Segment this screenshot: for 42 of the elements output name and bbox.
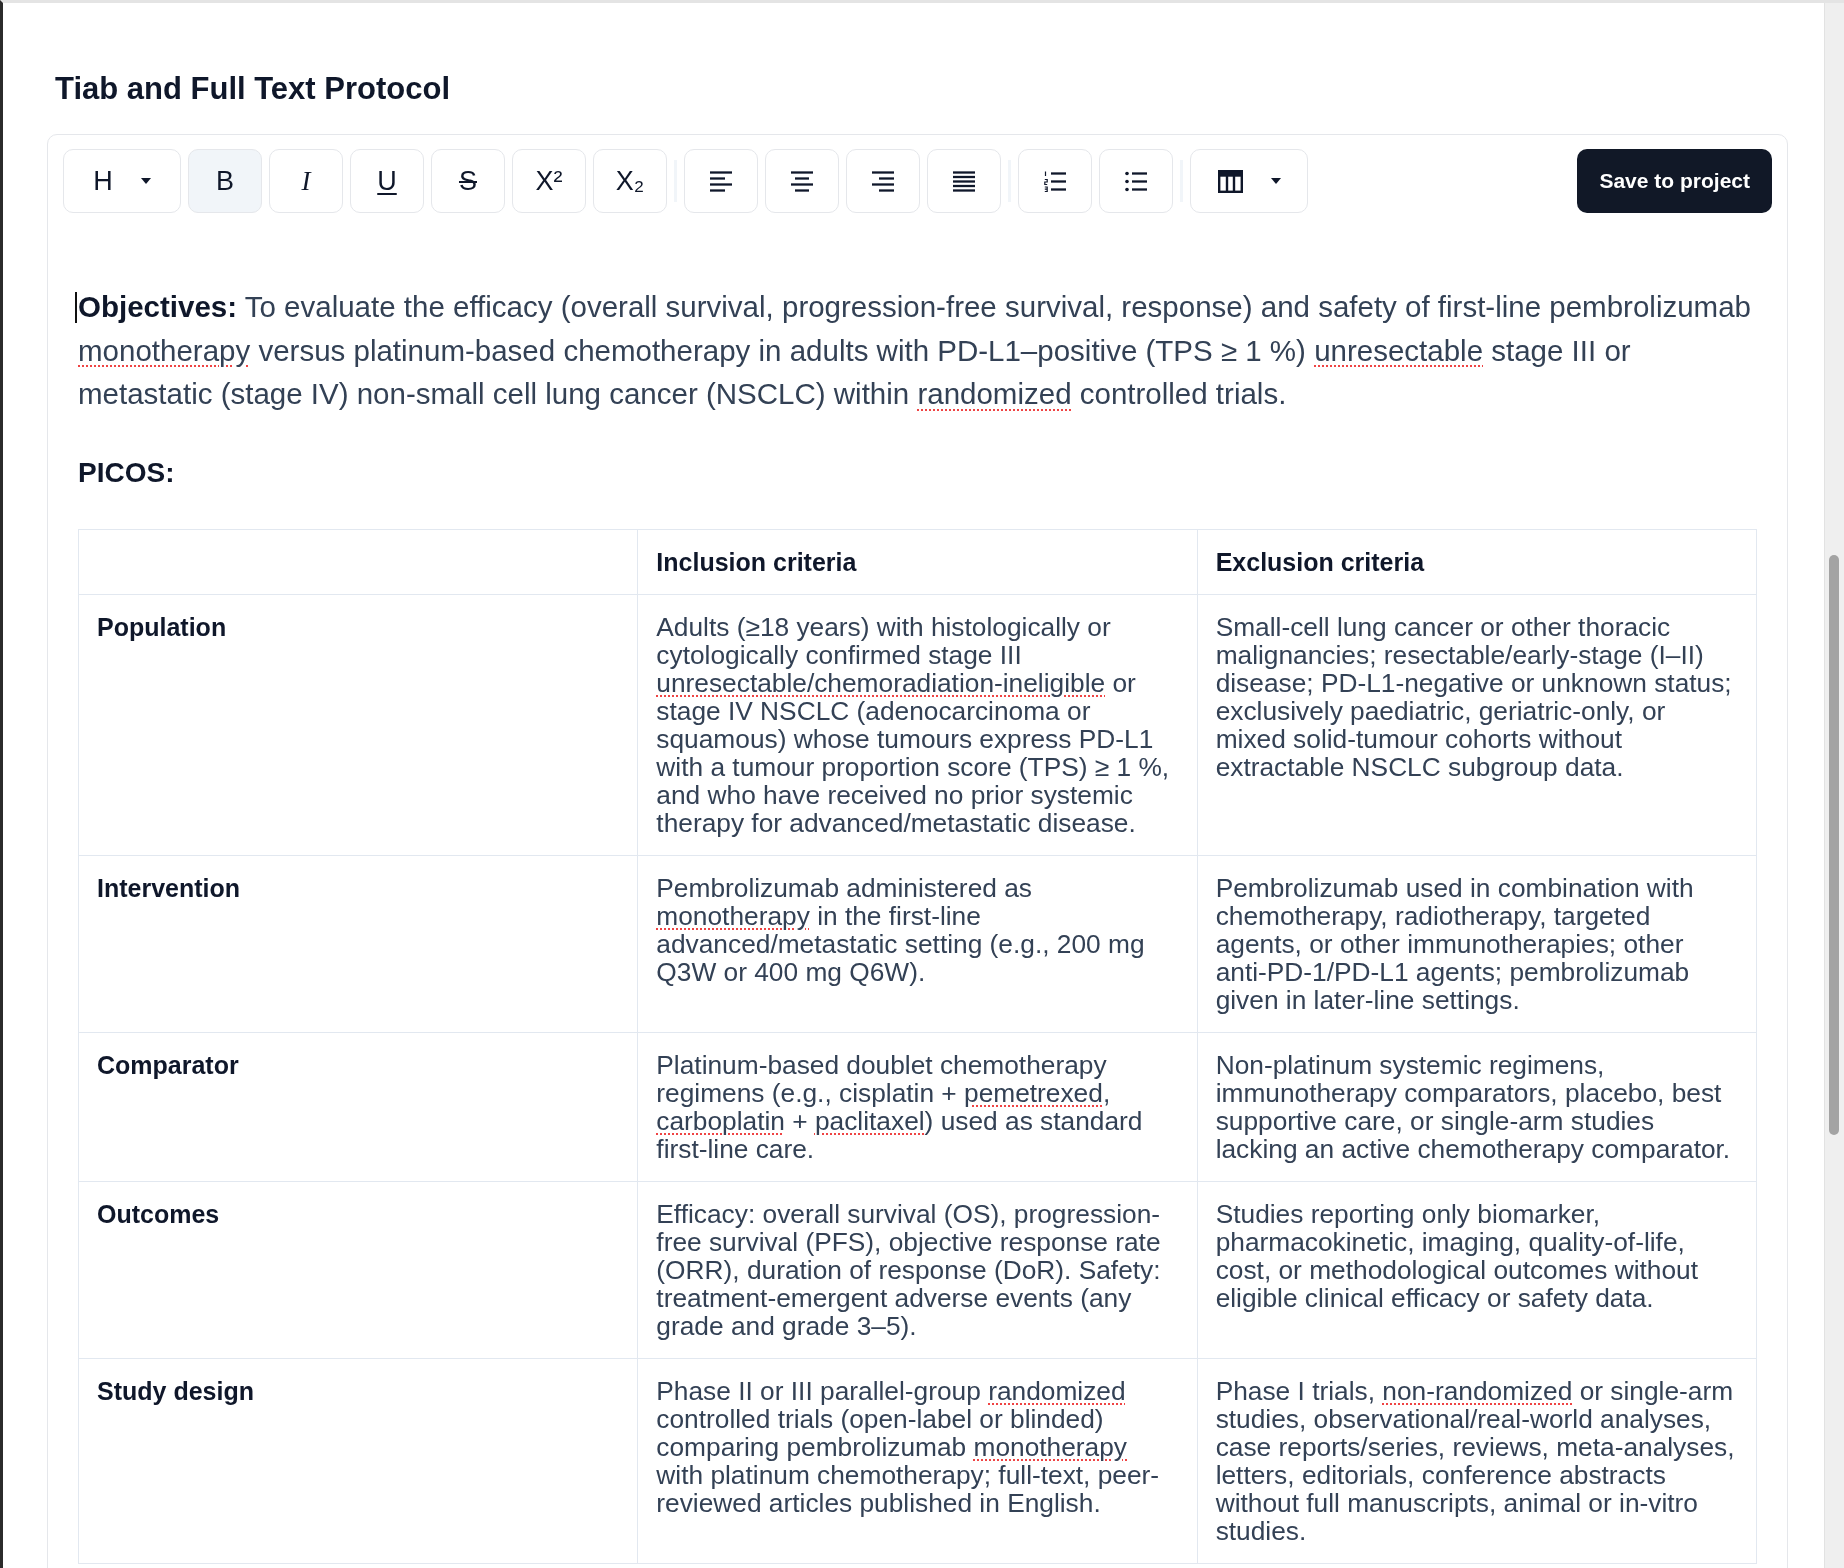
table-cell: Studies reporting only biomarker, pharmacokinetic, imaging, quality-of-life, cost, or methodological outcomes without eligible clinical efficacy or safety data. — [1197, 1181, 1757, 1359]
scrollbar-track[interactable] — [1824, 3, 1844, 1568]
align-left-icon — [710, 170, 732, 192]
row-header: Population — [78, 594, 638, 856]
toolbar-button[interactable] — [927, 149, 1001, 213]
toolbar-button[interactable]: X² — [512, 149, 586, 213]
table-cell: Adults (≥18 years) with histologically or cytologically confirmed stage III unresectable/chemoradiation-ineligible or stage IV NSCLC (adenocarcinoma or squamous) whose tumours express PD-L1 with a tumour proportion score (TPS) ≥ 1 %, and who have received no prior systemic therapy for advanced/metastatic disease. — [637, 594, 1198, 856]
column-header: Exclusion criteria — [1197, 529, 1757, 595]
scrollbar-thumb[interactable] — [1829, 555, 1839, 1135]
justify-icon — [953, 170, 975, 192]
objectives-paragraph: Objectives: To evaluate the efficacy (overall survival, progression-free survival, response) and safety of first-line pembrolizumab monotherapy versus platinum-based chemotherapy in adults with PD-L1–positive (TPS ≥ 1 %) unresectable stage III or metastatic (stage IV) non-small cell lung cancer (NSCLC) within randomized controlled trials. — [78, 289, 1752, 412]
table-cell: Platinum-based doublet chemotherapy regimens (e.g., cisplatin + pemetrexed, carboplatin + paclitaxel) used as standard first-line care. — [637, 1032, 1198, 1182]
dropdown-button[interactable] — [1190, 149, 1308, 213]
numbered-list-icon — [1044, 170, 1066, 192]
page-title: Tiab and Full Text Protocol — [55, 70, 451, 107]
column-header: Inclusion criteria — [637, 529, 1198, 595]
dropdown-button[interactable]: H — [63, 149, 181, 213]
table-cell: Pembrolizumab used in combination with chemotherapy, radiotherapy, targeted agents, or other immunotherapies; other anti-PD-1/PD-L1 agents; pembrolizumab given in later-line settings. — [1197, 855, 1757, 1033]
table-cell: Small-cell lung cancer or other thoracic malignancies; resectable/early-stage (I–II) disease; PD-L1-negative or unknown status; exclusively paediatric, geriatric-only, or mixed solid-tumour cohorts without extractable NSCLC subgroup data. — [1197, 594, 1757, 856]
table-cell: Efficacy: overall survival (OS), progression-free survival (PFS), objective response rate (ORR), duration of response (DoR). Safety: treatment-emergent adverse events (any grade and grade 3–5). — [637, 1181, 1198, 1359]
table-cell: Non-platinum systemic regimens, immunotherapy comparators, placebo, best supportive care, or single-arm studies lacking an active chemotherapy comparator. — [1197, 1032, 1757, 1182]
section-heading: PICOS: — [78, 455, 176, 490]
toolbar-button[interactable]: I — [269, 149, 343, 213]
table-cell: Pembrolizumab administered as monotherapy in the first-line advanced/metastatic setting (e.g., 200 mg Q3W or 400 mg Q6W). — [637, 855, 1198, 1033]
row-header: Outcomes — [78, 1181, 638, 1359]
toolbar-button[interactable]: U — [350, 149, 424, 213]
row-header: Intervention — [78, 855, 638, 1033]
text-cursor — [75, 292, 77, 323]
row-header: Comparator — [78, 1032, 638, 1182]
align-center-icon — [791, 170, 813, 192]
toolbar-button[interactable]: X₂ — [593, 149, 667, 213]
toolbar-button[interactable]: B — [188, 149, 262, 213]
table-icon — [1217, 169, 1243, 193]
bullet-list-icon — [1125, 170, 1147, 192]
table-cell: Phase II or III parallel-group randomized controlled trials (open-label or blinded) comparing pembrolizumab monotherapy with platinum chemotherapy; full-text, peer-reviewed articles published in English. — [637, 1358, 1198, 1564]
caret-icon — [140, 178, 151, 184]
toolbar-button[interactable]: S — [431, 149, 505, 213]
row-header: Study design — [78, 1358, 638, 1564]
table-cell: Phase I trials, non-randomized or single-arm studies, observational/real-world analyses, case reports/series, reviews, meta-analyses, letters, editorials, conference abstracts without full manuscripts, animal or in-vitro studies. — [1197, 1358, 1757, 1564]
save-button[interactable]: Save to project — [1577, 149, 1772, 213]
align-right-icon — [872, 170, 894, 192]
caret-icon — [1270, 178, 1281, 184]
